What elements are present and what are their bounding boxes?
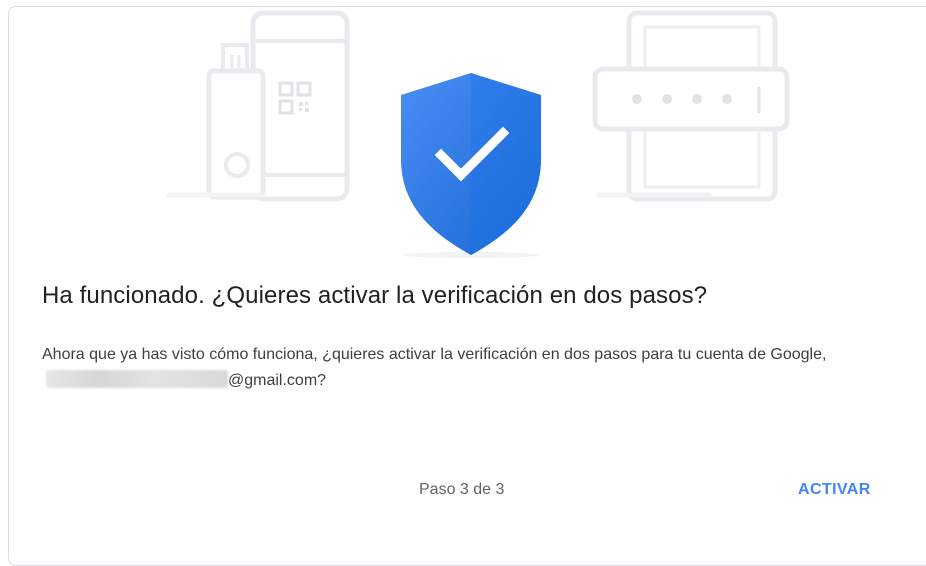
shield-check-icon (401, 73, 541, 258)
illustration (166, 10, 790, 258)
step-indicator: Paso 3 de 3 (419, 481, 505, 498)
activate-button-label: ACTIVAR (798, 481, 871, 498)
phone-icon (250, 10, 350, 202)
dialog-title: Ha funcionado. ¿Quieres activar la verif… (42, 282, 708, 309)
body-text-prefix: Ahora que ya has visto cómo funciona, ¿q… (42, 346, 827, 363)
tablet-password-icon (592, 10, 790, 202)
dialog-body: Ahora que ya has visto cómo funciona, ¿q… (42, 342, 892, 394)
redacted-email (46, 370, 228, 388)
activate-button[interactable]: ACTIVAR (786, 470, 883, 510)
body-text-suffix: @gmail.com? (228, 372, 327, 389)
